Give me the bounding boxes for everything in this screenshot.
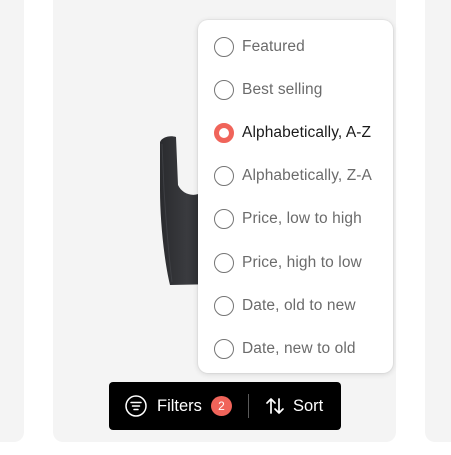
sort-option-featured[interactable]: Featured (198, 27, 393, 67)
radio-icon[interactable] (214, 209, 234, 229)
sort-option-label: Alphabetically, A-Z (242, 124, 372, 141)
sort-option-alpha-asc[interactable]: Alphabetically, A-Z (198, 113, 393, 153)
radio-icon[interactable] (214, 253, 234, 273)
radio-icon[interactable] (214, 37, 234, 57)
sort-option-label: Date, old to new (242, 297, 356, 314)
sort-option-price-asc[interactable]: Price, low to high (198, 199, 393, 239)
product-card-right-edge[interactable] (425, 0, 451, 442)
sort-option-label: Price, low to high (242, 210, 362, 227)
filters-count-badge: 2 (211, 396, 232, 416)
sort-button[interactable]: Sort (249, 382, 341, 430)
sort-option-label: Best selling (242, 81, 323, 98)
radio-icon[interactable] (214, 80, 234, 100)
sort-option-best-selling[interactable]: Best selling (198, 70, 393, 110)
sort-option-label: Price, high to low (242, 254, 362, 271)
product-card-left-edge[interactable] (0, 0, 24, 442)
sort-option-label: Featured (242, 38, 305, 55)
radio-selected-icon[interactable] (214, 123, 234, 143)
filters-label: Filters (157, 397, 202, 415)
sort-option-label: Alphabetically, Z-A (242, 167, 372, 184)
radio-icon[interactable] (214, 296, 234, 316)
sort-arrows-icon (266, 398, 284, 414)
sort-option-date-desc[interactable]: Date, new to old (198, 329, 393, 369)
sort-option-label: Date, new to old (242, 340, 356, 357)
sort-label: Sort (293, 397, 324, 415)
filter-icon (125, 395, 147, 417)
radio-icon[interactable] (214, 339, 234, 359)
filters-button[interactable]: Filters 2 (109, 382, 247, 430)
sort-option-date-asc[interactable]: Date, old to new (198, 286, 393, 326)
filter-sort-bar: Filters 2 Sort (109, 382, 341, 430)
sort-option-price-desc[interactable]: Price, high to low (198, 243, 393, 283)
sort-dropdown-menu: Featured Best selling Alphabetically, A-… (198, 20, 393, 373)
collection-page: Featured Best selling Alphabetically, A-… (0, 0, 451, 455)
radio-icon[interactable] (214, 166, 234, 186)
sort-option-alpha-desc[interactable]: Alphabetically, Z-A (198, 156, 393, 196)
